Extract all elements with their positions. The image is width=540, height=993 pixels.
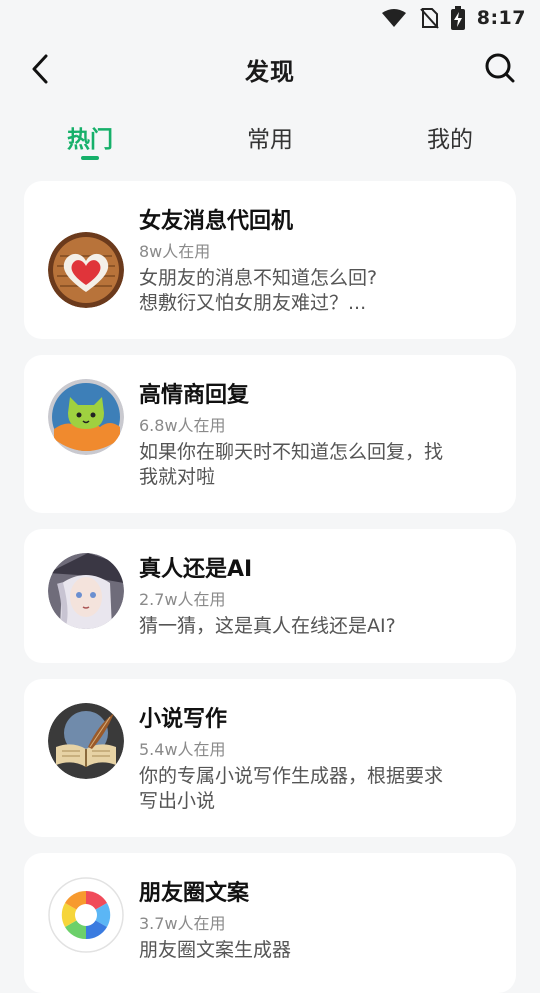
category-tabs: 热门 常用 我的 (0, 112, 540, 164)
book-quill-avatar (48, 703, 124, 779)
list-item[interactable]: 小说写作 5.4w人在用 你的专属小说写作生成器，根据要求 写出小说 (24, 679, 516, 837)
camera-aperture-avatar (48, 877, 124, 953)
battery-charging-icon (450, 6, 465, 30)
usage-count: 6.8w人在用 (139, 416, 226, 435)
usage-count: 2.7w人在用 (139, 590, 226, 609)
no-sim-icon (419, 7, 439, 29)
status-bar: 8:17 (0, 0, 540, 36)
list-item[interactable]: 女友消息代回机 8w人在用 女朋友的消息不知道怎么回? 想敷衍又怕女朋友难过？.… (24, 181, 516, 339)
usage-count: 8w人在用 (139, 242, 211, 261)
item-title: 女友消息代回机 (139, 209, 294, 234)
item-description: 你的专属小说写作生成器，根据要求 写出小说 (139, 765, 444, 812)
back-button[interactable] (24, 52, 56, 86)
usage-count: 5.4w人在用 (139, 740, 226, 759)
usage-count: 3.7w人在用 (139, 914, 226, 933)
item-description: 朋友圈文案生成器 (139, 939, 292, 961)
item-description: 女朋友的消息不知道怎么回? 想敷衍又怕女朋友难过？... (139, 267, 378, 314)
search-button[interactable] (482, 50, 518, 86)
list-item[interactable]: 朋友圈文案 3.7w人在用 朋友圈文案生成器 (24, 853, 516, 993)
tab-mine[interactable]: 我的 (427, 120, 473, 154)
heart-badge-avatar (48, 232, 124, 308)
tab-hot[interactable]: 热门 (67, 120, 113, 154)
cat-avatar (48, 379, 124, 455)
wifi-icon (381, 8, 407, 28)
page-title: 发现 (245, 57, 295, 86)
item-title: 真人还是AI (139, 557, 253, 582)
tab-indicator (81, 156, 99, 160)
status-time: 8:17 (476, 7, 526, 29)
item-title: 朋友圈文案 (139, 881, 250, 906)
top-bar: 发现 (0, 36, 540, 102)
search-icon (485, 53, 515, 83)
item-title: 小说写作 (139, 707, 228, 732)
list-item[interactable]: 真人还是AI 2.7w人在用 猜一猜，这是真人在线还是AI? (24, 529, 516, 663)
tab-common[interactable]: 常用 (247, 120, 293, 154)
item-title: 高情商回复 (139, 383, 250, 408)
chevron-left-icon (32, 54, 48, 84)
item-description: 猜一猜，这是真人在线还是AI? (139, 615, 396, 637)
anime-girl-avatar (48, 553, 124, 629)
list-item[interactable]: 高情商回复 6.8w人在用 如果你在聊天时不知道怎么回复，找 我就对啦 (24, 355, 516, 513)
item-description: 如果你在聊天时不知道怎么回复，找 我就对啦 (139, 441, 444, 488)
